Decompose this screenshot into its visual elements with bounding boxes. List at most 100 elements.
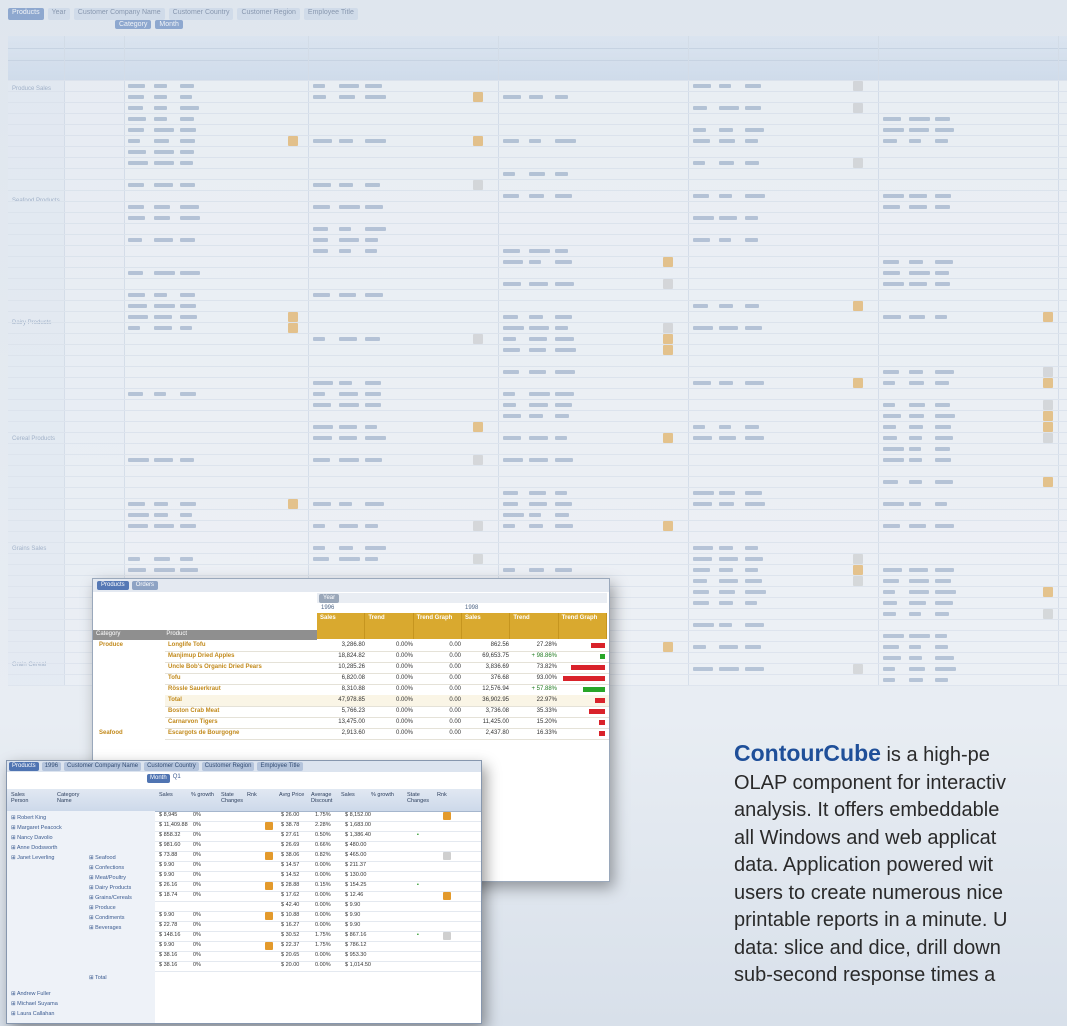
product-name[interactable]: Carnarvon Tigers [165, 717, 320, 728]
grid-value [693, 194, 709, 198]
row-dimension-chip[interactable]: Category [96, 631, 120, 639]
column-header[interactable]: Sales [462, 613, 511, 639]
sales-person-item[interactable]: ⊞ Anne Dodsworth [11, 845, 58, 851]
grid-value [180, 183, 195, 187]
grid-value [529, 502, 547, 506]
month-chip[interactable]: Month [147, 774, 170, 783]
grid-value [883, 414, 901, 418]
value-cell: 0.00% [395, 642, 413, 648]
grid-value [180, 304, 196, 308]
column-header[interactable]: Category Name [57, 792, 87, 804]
column-header[interactable]: Sales [317, 613, 366, 639]
column-header[interactable]: Trend [365, 613, 414, 639]
column-header[interactable]: Trend [510, 613, 559, 639]
grid-value [935, 667, 956, 671]
grid-value [745, 623, 764, 627]
product-name[interactable]: Longlife Tofu [165, 640, 320, 651]
column-header[interactable]: Trend Graph [559, 613, 607, 639]
product-name[interactable]: Boston Crab Meat [165, 706, 320, 717]
value-cell: $ 30.52 [281, 932, 300, 938]
product-name[interactable]: Total [165, 695, 320, 706]
filter-chip[interactable]: Employee Title [303, 8, 358, 20]
column-header[interactable]: Sales [341, 792, 371, 798]
marketing-copy: ContourCube is a high-pe OLAP component … [734, 740, 1067, 1026]
value-cell: $ 22.37 [281, 942, 300, 948]
filter-chip[interactable]: Year [47, 8, 70, 20]
column-header[interactable]: Rnk [437, 792, 467, 798]
category-item[interactable]: ⊞ Confections [89, 865, 124, 871]
category-item[interactable]: ⊞ Beverages [89, 925, 121, 931]
column-header[interactable]: State Changes [407, 792, 437, 804]
grid-value [365, 238, 378, 242]
column-header[interactable]: % growth [191, 792, 221, 798]
filter-chip[interactable]: Customer Company Name [73, 8, 165, 20]
category-item[interactable]: ⊞ Grains/Cereals [89, 895, 132, 901]
grid-value [909, 480, 922, 484]
grid-value [719, 502, 734, 506]
grid-value [719, 304, 733, 308]
sales-person-item[interactable]: ⊞ Robert King [11, 815, 46, 821]
state-marker [443, 932, 451, 940]
category-item[interactable]: ⊞ Dairy Products [89, 885, 131, 891]
column-chip[interactable]: Month [155, 20, 183, 29]
filter-chip[interactable]: Customer Country [144, 762, 199, 771]
category-item[interactable]: ⊞ Total [89, 975, 107, 981]
product-name[interactable]: Manjimup Dried Apples [165, 651, 320, 662]
grid-value [529, 403, 548, 407]
column-header[interactable]: Sales [159, 792, 189, 798]
filter-chip[interactable]: Customer Region [237, 8, 300, 20]
column-header[interactable]: Rnk [247, 792, 277, 798]
filter-chip[interactable]: Customer Region [201, 762, 255, 771]
category-cell[interactable]: Produce [93, 640, 165, 650]
filter-chip[interactable]: Orders [131, 581, 159, 590]
value-cell: $ 858.32 [159, 832, 181, 838]
product-name[interactable]: Escargots de Bourgogne [165, 728, 320, 739]
category-item[interactable]: ⊞ Meat/Poultry [89, 875, 126, 881]
filter-chip[interactable]: Products [8, 8, 44, 20]
filter-chip[interactable]: Customer Country [168, 8, 234, 20]
state-marker [265, 942, 273, 950]
grid-value [935, 524, 954, 528]
sales-person-item[interactable]: ⊞ Nancy Davolio [11, 835, 53, 841]
grid-row-line [8, 135, 1067, 136]
sales-person-item[interactable]: ⊞ Margaret Peacock [11, 825, 62, 831]
category-item[interactable]: ⊞ Produce [89, 905, 116, 911]
product-name[interactable]: Tofu [165, 673, 320, 684]
category-item[interactable]: ⊞ Seafood [89, 855, 116, 861]
column-header[interactable]: Sales Person [11, 792, 41, 804]
grid-value [529, 513, 541, 517]
value-cell: $ 465.00 [345, 852, 367, 858]
category-item[interactable]: ⊞ Condiments [89, 915, 124, 921]
sales-person-item[interactable]: ⊞ Janet Leverling [11, 855, 54, 861]
grid-value [719, 590, 735, 594]
column-header[interactable]: % growth [371, 792, 401, 798]
trend-bar [563, 676, 605, 681]
sales-person-item[interactable]: ⊞ Andrew Fuller [11, 991, 51, 997]
state-marker [663, 642, 673, 652]
copy-line: users to create numerous nice [734, 881, 1004, 904]
filter-chip[interactable]: Employee Title [257, 762, 303, 771]
product-name[interactable]: Rössle Sauerkraut [165, 684, 320, 695]
column-header[interactable]: Avrg Price [279, 792, 309, 798]
state-marker [1043, 367, 1053, 377]
category-cell[interactable]: Seafood [93, 728, 165, 738]
column-header[interactable]: Trend Graph [414, 613, 462, 639]
filter-chip[interactable]: Products [97, 581, 129, 590]
column-header[interactable]: Average Discount [311, 792, 341, 804]
grid-row-line [8, 179, 1067, 180]
grid-value [365, 425, 377, 429]
column-chip[interactable]: Category [115, 20, 152, 29]
value-cell: 0% [193, 932, 201, 938]
grid-value [935, 480, 953, 484]
filter-chip[interactable]: Customer Company Name [64, 762, 142, 771]
filter-chip[interactable]: 1996 [41, 762, 62, 771]
grid-value [529, 326, 549, 330]
value-cell: 0.00% [315, 952, 331, 958]
product-name[interactable]: Uncle Bob's Organic Dried Pears [165, 662, 320, 673]
sales-person-item[interactable]: ⊞ Michael Suyama [11, 1001, 58, 1007]
year-chip[interactable]: Year [319, 594, 340, 603]
sales-person-item[interactable]: ⊞ Laura Callahan [11, 1011, 54, 1017]
grid-value [883, 282, 904, 286]
filter-chip[interactable]: Products [9, 762, 39, 771]
row-dimension-chip[interactable]: Product [166, 631, 187, 639]
